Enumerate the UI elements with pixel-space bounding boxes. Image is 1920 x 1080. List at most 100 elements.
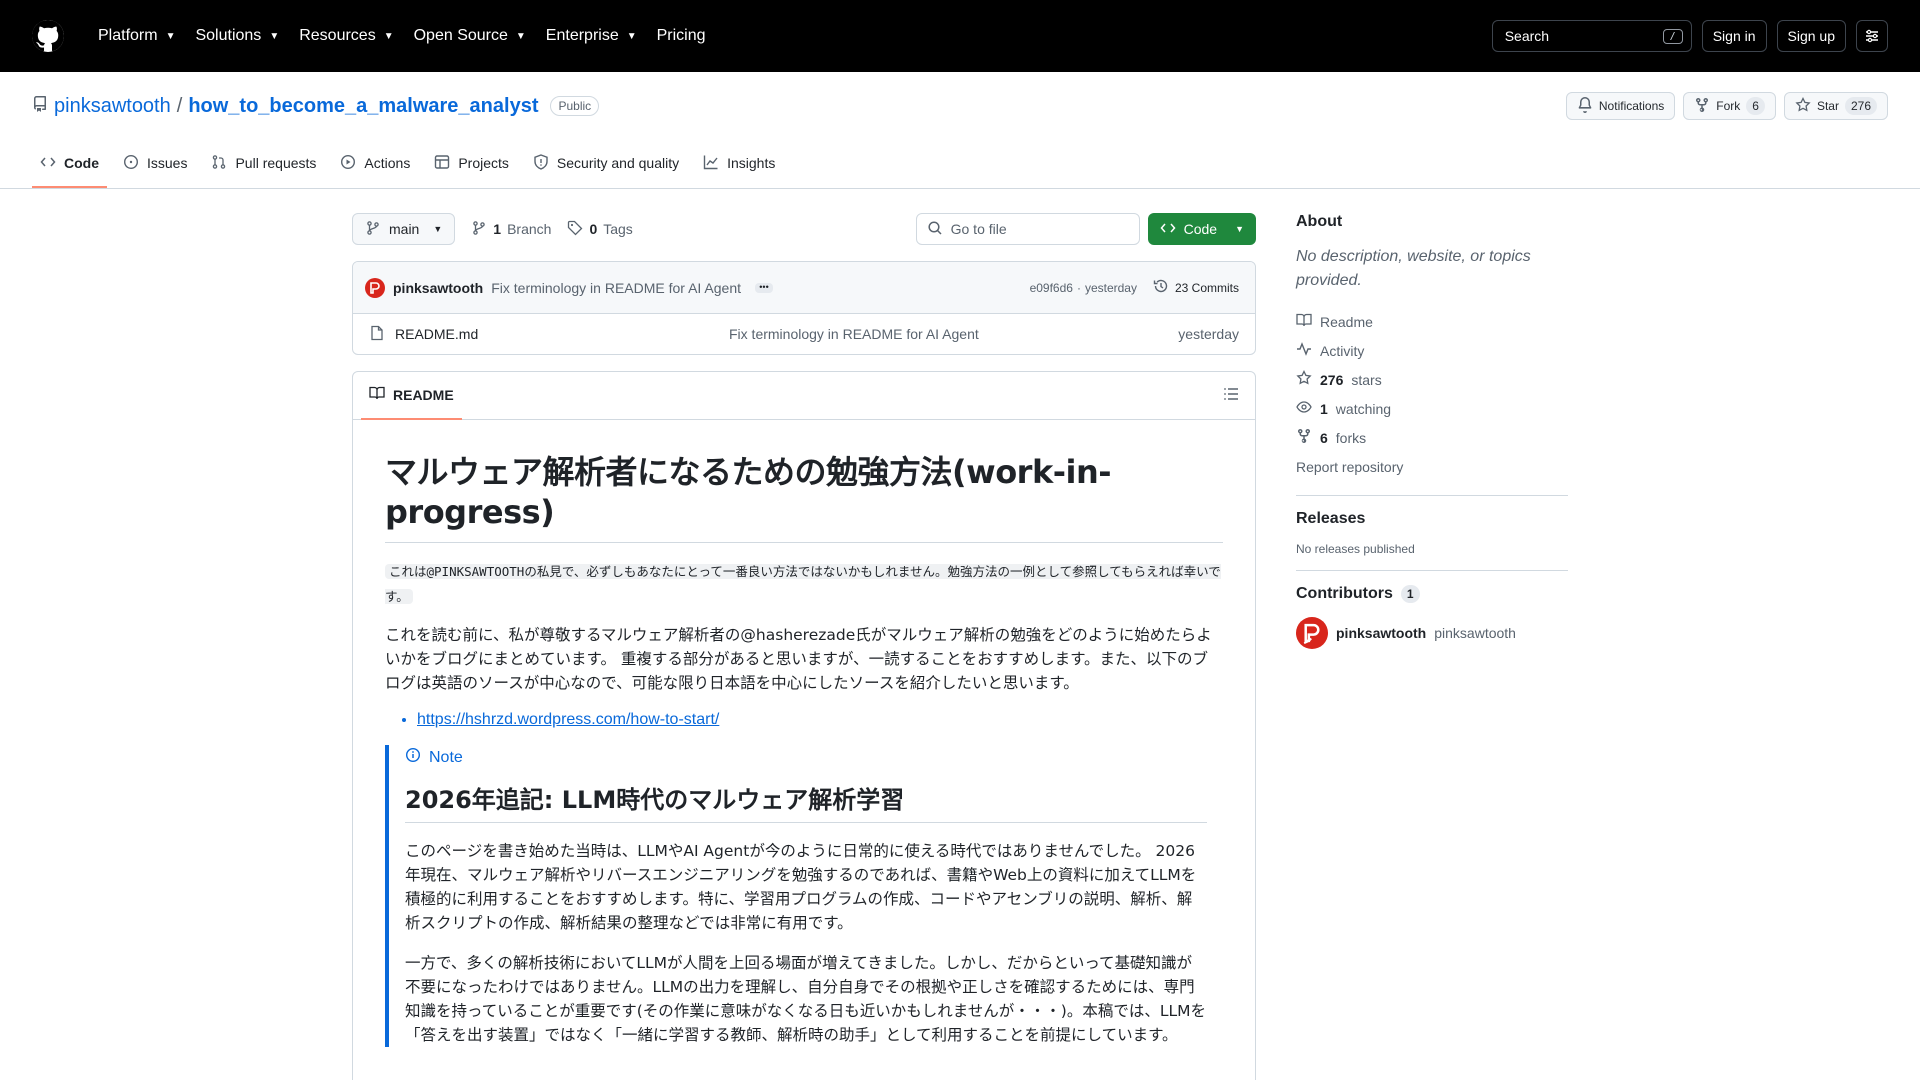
tag-count: 0 xyxy=(589,221,598,237)
commit-details-toggle[interactable]: ••• xyxy=(755,282,773,293)
settings-sliders-icon[interactable] xyxy=(1856,20,1888,52)
sidebar-link-label: Activity xyxy=(1320,342,1365,359)
info-icon xyxy=(405,747,421,768)
search-input[interactable]: Search / xyxy=(1491,20,1692,52)
watching-count: 1 xyxy=(1320,400,1328,417)
go-to-file-placeholder: Go to file xyxy=(950,221,1007,237)
avatar[interactable] xyxy=(365,277,385,298)
sidebar-activity-link[interactable]: Activity xyxy=(1296,336,1568,365)
nav-platform[interactable]: Platform ▼ xyxy=(88,21,185,51)
tab-label: Projects xyxy=(458,155,509,171)
chevron-down-icon: ▼ xyxy=(1235,224,1244,234)
repo-content: main ▼ 1 Branch 0 Tags Go to file Code ▼ xyxy=(352,213,1256,1080)
nav-enterprise[interactable]: Enterprise ▼ xyxy=(536,21,647,51)
sidebar-divider xyxy=(1296,495,1568,496)
tab-insights[interactable]: Insights xyxy=(695,140,783,188)
repo-path-separator: / xyxy=(176,94,183,117)
repo-title: pinksawtooth / how_to_become_a_malware_a… xyxy=(32,94,600,118)
file-name-link[interactable]: README.md xyxy=(395,326,478,342)
pull-request-icon xyxy=(211,154,227,173)
nav-resources[interactable]: Resources ▼ xyxy=(289,21,403,51)
branch-icon xyxy=(471,220,487,239)
file-commit-time: yesterday xyxy=(1178,326,1239,342)
nav-pricing[interactable]: Pricing xyxy=(647,21,716,51)
releases-empty-text: No releases published xyxy=(1296,542,1415,556)
tab-pull-requests[interactable]: Pull requests xyxy=(203,140,324,188)
chevron-down-icon: ▼ xyxy=(383,30,394,42)
sign-up-button[interactable]: Sign up xyxy=(1776,20,1846,52)
contributors-title: Contributors xyxy=(1296,585,1393,602)
tab-issues[interactable]: Issues xyxy=(115,140,195,188)
tab-code[interactable]: Code xyxy=(32,140,107,188)
commits-history-link[interactable]: 23 Commits xyxy=(1153,278,1239,297)
repo-owner-link[interactable]: pinksawtooth xyxy=(54,95,171,118)
sidebar-readme-link[interactable]: Readme xyxy=(1296,307,1568,336)
star-icon xyxy=(1296,370,1312,389)
sign-in-button[interactable]: Sign in xyxy=(1701,20,1767,52)
sidebar-watching-link[interactable]: 1 watching xyxy=(1296,394,1568,423)
readme-paragraph: これを読む前に、私が尊敬するマルウェア解析者の@hasherezade氏がマルウ… xyxy=(385,626,1212,692)
fork-icon xyxy=(1296,428,1312,447)
branch-count: 1 xyxy=(493,221,502,237)
code-button-label: Code xyxy=(1183,221,1218,237)
chevron-down-icon: ▼ xyxy=(165,30,176,42)
play-icon xyxy=(340,154,356,173)
github-logo-icon[interactable] xyxy=(32,20,64,52)
tag-word: Tags xyxy=(603,221,633,237)
note-callout: Note 2026年追記: LLM時代のマルウェア解析学習 このページを書き始め… xyxy=(385,745,1223,1047)
contributor-name: pinksawtooth xyxy=(1336,625,1427,641)
sidebar-divider xyxy=(1296,570,1568,571)
branch-selector[interactable]: main ▼ xyxy=(352,213,456,245)
star-button[interactable]: Star 276 xyxy=(1783,92,1888,120)
fork-icon xyxy=(1694,97,1710,116)
readme-external-link[interactable]: https://hshrzd.wordpress.com/how-to-star… xyxy=(417,711,1223,729)
chevron-down-icon: ▼ xyxy=(433,224,443,234)
repo-header: pinksawtooth / how_to_become_a_malware_a… xyxy=(0,72,1920,189)
sidebar-forks-link[interactable]: 6 forks xyxy=(1296,423,1568,452)
chevron-down-icon: ▼ xyxy=(269,30,280,42)
commit-separator: · xyxy=(1076,280,1081,295)
table-of-contents-icon[interactable] xyxy=(1223,386,1239,405)
contributors-heading[interactable]: Contributors 1 xyxy=(1296,585,1568,603)
contributor-item[interactable]: pinksawtooth pinksawtooth xyxy=(1296,617,1568,649)
star-icon xyxy=(1795,96,1811,116)
notifications-label: Notifications xyxy=(1598,99,1665,113)
tab-projects[interactable]: Projects xyxy=(426,140,517,188)
readme-panel: README マルウェア解析者になるための勉強方法(work-in-progre… xyxy=(352,371,1256,1080)
notifications-button[interactable]: Notifications xyxy=(1565,92,1676,120)
sidebar-stars-link[interactable]: 276 stars xyxy=(1296,365,1568,394)
pulse-icon xyxy=(1296,341,1312,360)
tags-link[interactable]: 0 Tags xyxy=(567,220,633,239)
main-layout: main ▼ 1 Branch 0 Tags Go to file Code ▼ xyxy=(0,189,1920,1080)
branch-name: main xyxy=(389,221,420,237)
report-repository-link[interactable]: Report repository xyxy=(1296,452,1568,481)
tab-label: Security and quality xyxy=(556,155,680,171)
branches-link[interactable]: 1 Branch xyxy=(471,220,551,239)
commit-time: yesterday xyxy=(1084,280,1137,295)
tab-security[interactable]: Security and quality xyxy=(525,140,687,188)
tab-label: Actions xyxy=(364,155,411,171)
commit-author-link[interactable]: pinksawtooth xyxy=(393,280,483,296)
about-description: No description, website, or topics provi… xyxy=(1296,248,1531,289)
go-to-file-input[interactable]: Go to file xyxy=(915,213,1140,245)
fork-button[interactable]: Fork 6 xyxy=(1683,92,1776,120)
table-row[interactable]: README.md Fix terminology in README for … xyxy=(353,314,1255,354)
search-shortcut-key: / xyxy=(1662,28,1683,44)
nav-open-source[interactable]: Open Source ▼ xyxy=(404,21,536,51)
commit-hash-link[interactable]: e09f6d6 xyxy=(1030,281,1073,295)
readme-link-list: https://hshrzd.wordpress.com/how-to-star… xyxy=(385,711,1223,729)
tab-actions[interactable]: Actions xyxy=(332,140,418,188)
commit-message-link[interactable]: Fix terminology in README for AI Agent xyxy=(491,280,741,296)
graph-icon xyxy=(703,154,719,173)
star-label: Star xyxy=(1816,99,1839,113)
tag-icon xyxy=(567,220,583,239)
code-download-button[interactable]: Code ▼ xyxy=(1147,213,1256,245)
nav-solutions[interactable]: Solutions ▼ xyxy=(185,21,289,51)
repo-name-link[interactable]: how_to_become_a_malware_analyst xyxy=(188,95,538,118)
file-commit-message-link[interactable]: Fix terminology in README for AI Agent xyxy=(729,326,1178,342)
global-header: Platform ▼ Solutions ▼ Resources ▼ Open Sou… xyxy=(0,0,1920,72)
readme-tab[interactable]: README xyxy=(361,372,462,420)
releases-heading[interactable]: Releases xyxy=(1296,510,1568,528)
issue-icon xyxy=(123,154,139,173)
header-actions: Search / Sign in Sign up xyxy=(1491,20,1888,52)
